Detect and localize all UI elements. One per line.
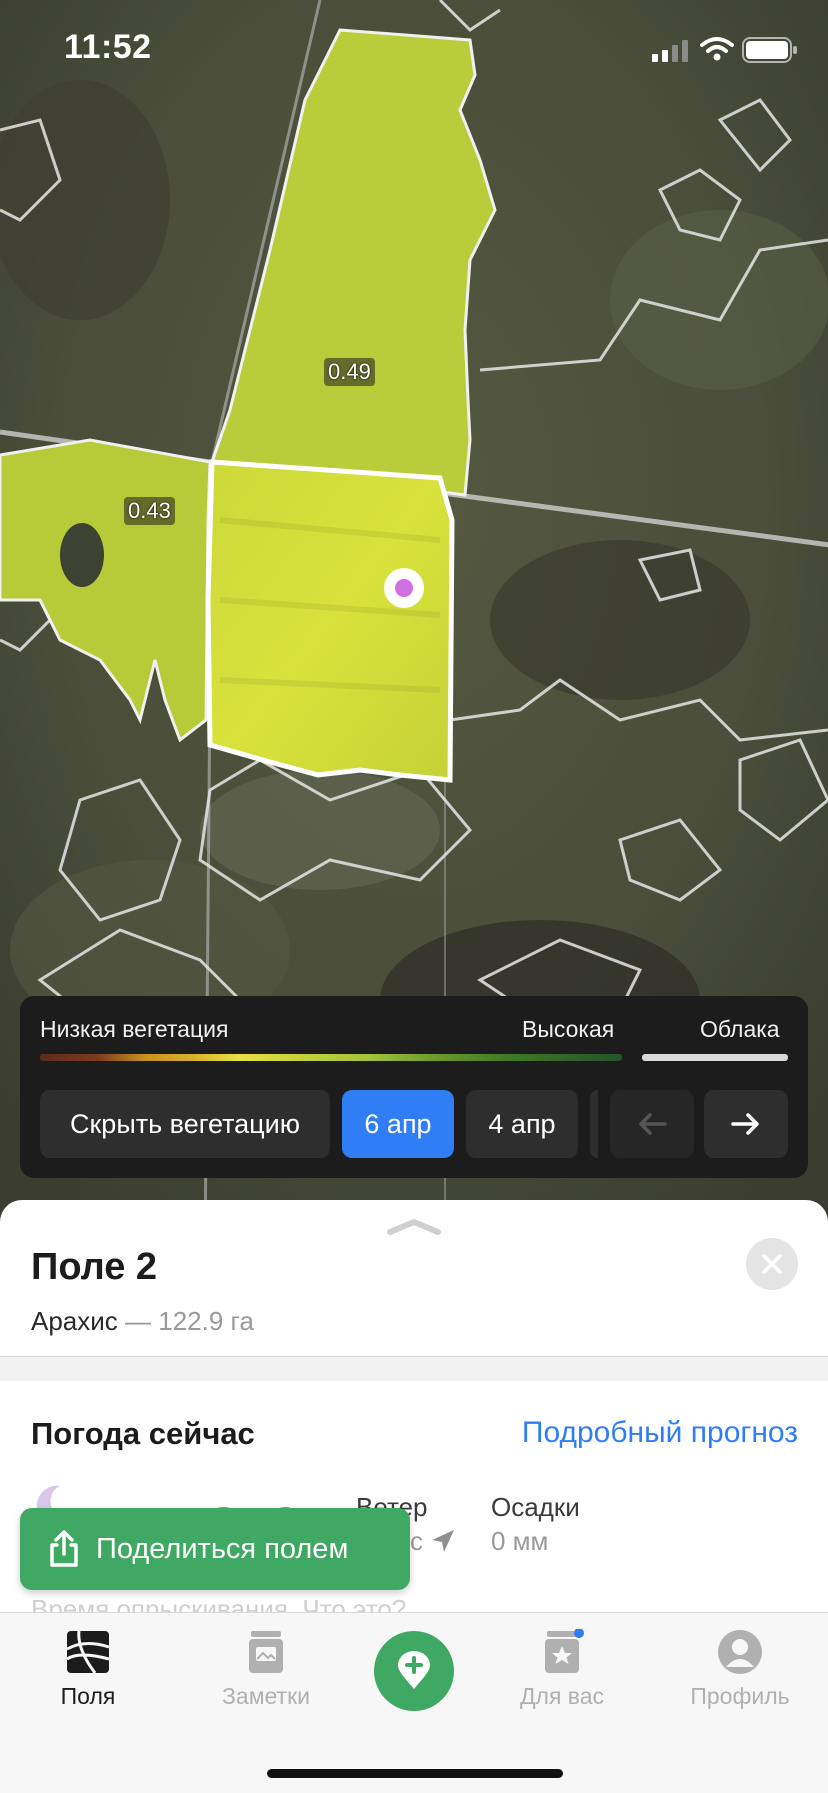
share-field-button[interactable]: Поделиться полем [20,1508,410,1590]
precipitation-value: 0 мм [491,1526,549,1556]
wind-value: с [410,1526,423,1556]
tab-label: Профиль [690,1683,790,1709]
cellular-signal-icon [652,40,688,62]
weather-title: Погода сейчас [31,1416,255,1451]
vegetation-panel: Низкая вегетация Высокая Облака Скрыть в… [20,996,808,1178]
status-bar: 11:52 [0,0,828,100]
field-index-label: 0.49 [324,358,375,386]
close-button[interactable] [746,1238,798,1290]
tab-label: Для вас [519,1683,605,1709]
profile-icon [718,1630,762,1674]
add-note-button[interactable] [374,1631,454,1711]
tab-notes[interactable]: Заметки [196,1629,336,1710]
tab-label: Поля [60,1683,116,1709]
notes-icon [249,1631,283,1673]
share-field-label: Поделиться полем [96,1532,349,1565]
detailed-forecast-link[interactable]: Подробный прогноз [522,1416,798,1450]
next-date-button[interactable] [704,1090,788,1158]
for-you-icon [545,1629,584,1673]
field-area: 122.9 га [158,1306,254,1336]
field-index-label: 0.43 [124,497,175,525]
share-icon [50,1530,78,1567]
date-chip-active[interactable]: 6 апр [342,1090,454,1158]
arrow-right-icon [731,1113,759,1135]
tab-profile[interactable]: Профиль [670,1629,810,1710]
field-crop: Арахис [31,1306,118,1336]
wifi-icon [700,37,734,61]
hide-vegetation-button[interactable]: Скрыть вегетацию [40,1090,330,1158]
tab-fields[interactable]: Поля [18,1629,158,1710]
prev-date-button[interactable] [610,1090,694,1158]
field-separator: — [117,1306,159,1336]
fields-icon [66,1630,110,1674]
add-note-icon [398,1651,430,1689]
high-vegetation-label: Высокая [522,1016,615,1042]
battery-icon [742,37,797,63]
wind-direction-icon [432,1530,454,1552]
arrow-left-icon [639,1113,667,1135]
tab-for-you[interactable]: Для вас [492,1629,632,1710]
home-indicator[interactable] [267,1769,563,1778]
precipitation-label: Осадки [491,1492,580,1522]
clouds-label: Облака [700,1016,780,1042]
section-divider [0,1356,828,1381]
field-details: Арахис — 122.9 га [31,1306,254,1337]
date-chip-partial[interactable] [590,1090,598,1158]
sheet-grabber-icon[interactable] [384,1214,444,1238]
clock: 11:52 [64,28,152,66]
clouds-scale [642,1054,788,1061]
vegetation-scale [40,1054,622,1061]
date-chip[interactable]: 4 апр [466,1090,578,1158]
selected-field-boundary[interactable] [205,459,455,783]
field-name: Поле 2 [31,1246,158,1288]
tab-label: Заметки [222,1683,310,1709]
tab-bar: Поля Заметки Для вас Профиль [0,1612,828,1793]
low-vegetation-label: Низкая вегетация [40,1016,229,1042]
close-icon [762,1254,782,1274]
